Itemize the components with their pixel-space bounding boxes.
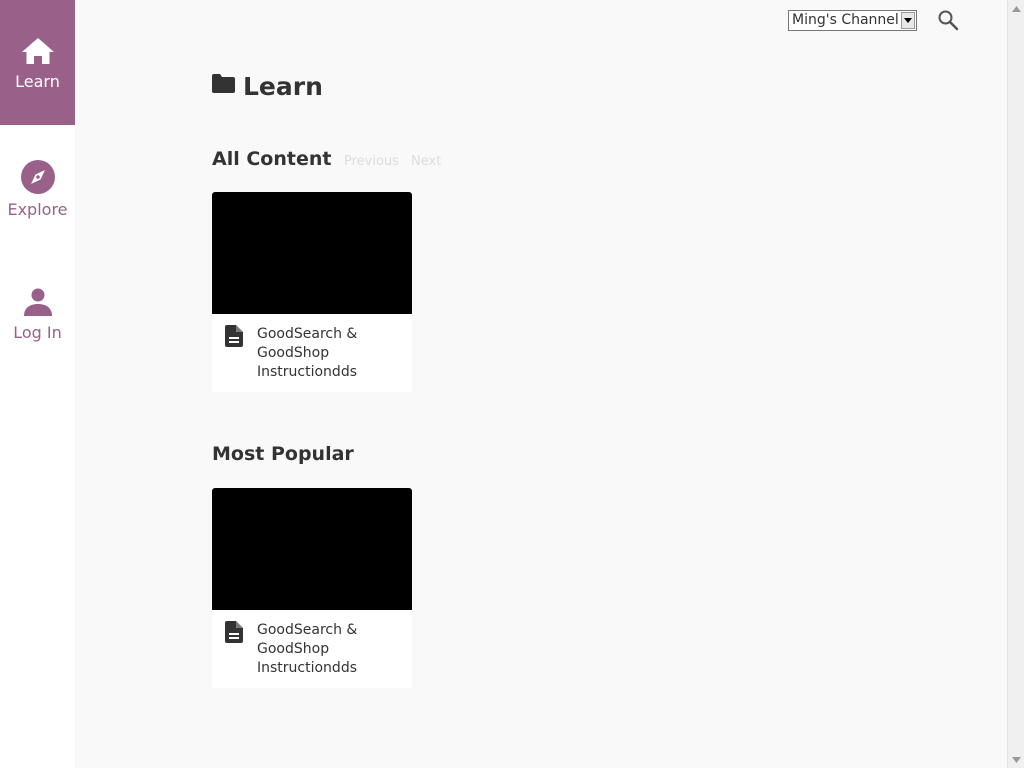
pager-previous-button[interactable]: Previous [344, 154, 399, 169]
page-title-text: Learn [243, 72, 323, 101]
search-icon [936, 10, 960, 36]
content-card[interactable]: GoodSearch & GoodShop Instructiondds [212, 192, 412, 392]
sidebar-item-label: Log In [13, 323, 62, 342]
person-icon [23, 288, 53, 320]
document-icon [225, 621, 243, 647]
vertical-scrollbar[interactable] [1007, 0, 1024, 768]
sidebar: Learn Explore Log In [0, 0, 75, 768]
sidebar-item-learn[interactable]: Learn [0, 0, 75, 125]
sidebar-item-explore[interactable]: Explore [0, 160, 75, 220]
section-title-all-content: All Content [212, 148, 332, 170]
sidebar-item-label: Explore [7, 200, 68, 219]
scroll-up-icon[interactable] [1010, 2, 1023, 15]
channel-select-value: Ming's Channel [792, 12, 899, 28]
section-title-most-popular: Most Popular [212, 443, 354, 465]
compass-icon [20, 160, 55, 198]
card-thumbnail[interactable] [212, 192, 412, 314]
pager-next-button[interactable]: Next [411, 154, 441, 169]
document-icon [225, 325, 243, 351]
content-card[interactable]: GoodSearch & GoodShop Instructiondds [212, 488, 412, 688]
card-title: GoodSearch & GoodShop Instructiondds [257, 326, 358, 380]
sidebar-item-login[interactable]: Log In [0, 288, 75, 348]
sidebar-item-label: Learn [15, 72, 60, 91]
channel-select[interactable]: Ming's Channel [788, 10, 917, 31]
page-title: Learn [212, 72, 323, 101]
chevron-down-icon[interactable] [901, 12, 915, 29]
search-button[interactable] [936, 8, 960, 32]
folder-icon [212, 70, 235, 99]
scroll-down-icon[interactable] [1010, 753, 1023, 766]
card-title: GoodSearch & GoodShop Instructiondds [257, 622, 358, 676]
home-icon [21, 36, 55, 70]
card-thumbnail[interactable] [212, 488, 412, 610]
